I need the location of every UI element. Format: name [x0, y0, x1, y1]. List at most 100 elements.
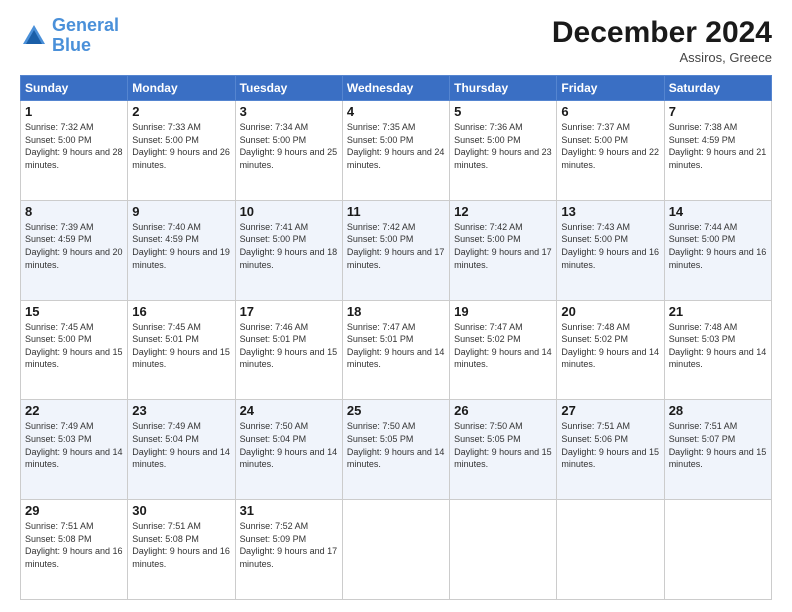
cell-details: Sunrise: 7:51 AM Sunset: 5:08 PM Dayligh…: [25, 520, 123, 570]
calendar-cell: 12Sunrise: 7:42 AM Sunset: 5:00 PM Dayli…: [450, 200, 557, 300]
calendar-cell: [557, 500, 664, 600]
calendar-cell: 9 Sunrise: 7:40 AM Sunset: 4:59 PM Daylig…: [128, 200, 235, 300]
day-number: 2: [132, 104, 230, 119]
calendar-cell: 1Sunrise: 7:32 AM Sunset: 5:00 PM Daylig…: [21, 101, 128, 201]
calendar-cell: 20Sunrise: 7:48 AM Sunset: 5:02 PM Dayli…: [557, 300, 664, 400]
calendar-cell: 7 Sunrise: 7:38 AM Sunset: 4:59 PM Daylig…: [664, 101, 771, 201]
day-number: 13: [561, 204, 659, 219]
day-number: 7: [669, 104, 767, 119]
day-number: 5: [454, 104, 552, 119]
calendar-cell: 2 Sunrise: 7:33 AM Sunset: 5:00 PM Daylig…: [128, 101, 235, 201]
calendar-cell: 27Sunrise: 7:51 AM Sunset: 5:06 PM Dayli…: [557, 400, 664, 500]
calendar-cell: 11Sunrise: 7:42 AM Sunset: 5:00 PM Dayli…: [342, 200, 449, 300]
calendar-cell: 25 Sunrise: 7:50 AM Sunset: 5:05 PM Dayli…: [342, 400, 449, 500]
week-row-3: 15 Sunrise: 7:45 AM Sunset: 5:00 PM Dayli…: [21, 300, 772, 400]
day-number: 16: [132, 304, 230, 319]
days-of-week-row: SundayMondayTuesdayWednesdayThursdayFrid…: [21, 76, 772, 101]
day-number: 30: [132, 503, 230, 518]
calendar-cell: 3 Sunrise: 7:34 AM Sunset: 5:00 PM Daylig…: [235, 101, 342, 201]
cell-details: Sunrise: 7:40 AM Sunset: 4:59 PM Dayligh…: [132, 221, 230, 271]
calendar-cell: 6Sunrise: 7:37 AM Sunset: 5:00 PM Daylig…: [557, 101, 664, 201]
cell-details: Sunrise: 7:48 AM Sunset: 5:03 PM Dayligh…: [669, 321, 767, 371]
calendar-cell: 21 Sunrise: 7:48 AM Sunset: 5:03 PM Dayli…: [664, 300, 771, 400]
cell-details: Sunrise: 7:33 AM Sunset: 5:00 PM Dayligh…: [132, 121, 230, 171]
cell-details: Sunrise: 7:37 AM Sunset: 5:00 PM Dayligh…: [561, 121, 659, 171]
day-number: 14: [669, 204, 767, 219]
day-number: 8: [25, 204, 123, 219]
month-title: December 2024: [552, 16, 772, 50]
calendar-cell: 30 Sunrise: 7:51 AM Sunset: 5:08 PM Dayli…: [128, 500, 235, 600]
day-number: 21: [669, 304, 767, 319]
day-header-thursday: Thursday: [450, 76, 557, 101]
cell-details: Sunrise: 7:47 AM Sunset: 5:01 PM Dayligh…: [347, 321, 445, 371]
calendar-cell: [342, 500, 449, 600]
day-number: 11: [347, 204, 445, 219]
cell-details: Sunrise: 7:36 AM Sunset: 5:00 PM Dayligh…: [454, 121, 552, 171]
logo-general: General: [52, 15, 119, 35]
title-block: December 2024 Assiros, Greece: [552, 16, 772, 65]
cell-details: Sunrise: 7:32 AM Sunset: 5:00 PM Dayligh…: [25, 121, 123, 171]
day-number: 31: [240, 503, 338, 518]
logo: General Blue: [20, 16, 119, 56]
calendar-cell: 22Sunrise: 7:49 AM Sunset: 5:03 PM Dayli…: [21, 400, 128, 500]
cell-details: Sunrise: 7:45 AM Sunset: 5:01 PM Dayligh…: [132, 321, 230, 371]
calendar-cell: 26 Sunrise: 7:50 AM Sunset: 5:05 PM Dayli…: [450, 400, 557, 500]
calendar-cell: 24Sunrise: 7:50 AM Sunset: 5:04 PM Dayli…: [235, 400, 342, 500]
calendar-cell: 8 Sunrise: 7:39 AM Sunset: 4:59 PM Daylig…: [21, 200, 128, 300]
cell-details: Sunrise: 7:38 AM Sunset: 4:59 PM Dayligh…: [669, 121, 767, 171]
subtitle: Assiros, Greece: [552, 50, 772, 65]
calendar-cell: [450, 500, 557, 600]
cell-details: Sunrise: 7:35 AM Sunset: 5:00 PM Dayligh…: [347, 121, 445, 171]
calendar-table: SundayMondayTuesdayWednesdayThursdayFrid…: [20, 75, 772, 600]
cell-details: Sunrise: 7:50 AM Sunset: 5:05 PM Dayligh…: [347, 420, 445, 470]
day-header-saturday: Saturday: [664, 76, 771, 101]
day-number: 25: [347, 403, 445, 418]
day-number: 3: [240, 104, 338, 119]
cell-details: Sunrise: 7:45 AM Sunset: 5:00 PM Dayligh…: [25, 321, 123, 371]
calendar-cell: 19 Sunrise: 7:47 AM Sunset: 5:02 PM Dayli…: [450, 300, 557, 400]
day-number: 17: [240, 304, 338, 319]
cell-details: Sunrise: 7:34 AM Sunset: 5:00 PM Dayligh…: [240, 121, 338, 171]
week-row-5: 29 Sunrise: 7:51 AM Sunset: 5:08 PM Dayli…: [21, 500, 772, 600]
day-header-tuesday: Tuesday: [235, 76, 342, 101]
cell-details: Sunrise: 7:41 AM Sunset: 5:00 PM Dayligh…: [240, 221, 338, 271]
calendar-cell: 23Sunrise: 7:49 AM Sunset: 5:04 PM Dayli…: [128, 400, 235, 500]
logo-text: General Blue: [52, 16, 119, 56]
day-number: 26: [454, 403, 552, 418]
day-number: 28: [669, 403, 767, 418]
day-number: 15: [25, 304, 123, 319]
cell-details: Sunrise: 7:50 AM Sunset: 5:05 PM Dayligh…: [454, 420, 552, 470]
day-number: 27: [561, 403, 659, 418]
cell-details: Sunrise: 7:51 AM Sunset: 5:08 PM Dayligh…: [132, 520, 230, 570]
calendar-cell: 4Sunrise: 7:35 AM Sunset: 5:00 PM Daylig…: [342, 101, 449, 201]
day-header-sunday: Sunday: [21, 76, 128, 101]
logo-icon: [20, 22, 48, 50]
page: General Blue December 2024 Assiros, Gree…: [0, 0, 792, 612]
cell-details: Sunrise: 7:49 AM Sunset: 5:03 PM Dayligh…: [25, 420, 123, 470]
day-number: 19: [454, 304, 552, 319]
day-number: 12: [454, 204, 552, 219]
calendar-cell: 5 Sunrise: 7:36 AM Sunset: 5:00 PM Daylig…: [450, 101, 557, 201]
calendar-cell: [664, 500, 771, 600]
calendar-cell: 31 Sunrise: 7:52 AM Sunset: 5:09 PM Dayli…: [235, 500, 342, 600]
calendar-cell: 17 Sunrise: 7:46 AM Sunset: 5:01 PM Dayli…: [235, 300, 342, 400]
cell-details: Sunrise: 7:39 AM Sunset: 4:59 PM Dayligh…: [25, 221, 123, 271]
day-number: 29: [25, 503, 123, 518]
day-header-wednesday: Wednesday: [342, 76, 449, 101]
cell-details: Sunrise: 7:47 AM Sunset: 5:02 PM Dayligh…: [454, 321, 552, 371]
day-number: 9: [132, 204, 230, 219]
cell-details: Sunrise: 7:49 AM Sunset: 5:04 PM Dayligh…: [132, 420, 230, 470]
cell-details: Sunrise: 7:44 AM Sunset: 5:00 PM Dayligh…: [669, 221, 767, 271]
calendar-cell: 15 Sunrise: 7:45 AM Sunset: 5:00 PM Dayli…: [21, 300, 128, 400]
header: General Blue December 2024 Assiros, Gree…: [20, 16, 772, 65]
calendar-cell: 29 Sunrise: 7:51 AM Sunset: 5:08 PM Dayli…: [21, 500, 128, 600]
day-header-monday: Monday: [128, 76, 235, 101]
week-row-1: 1Sunrise: 7:32 AM Sunset: 5:00 PM Daylig…: [21, 101, 772, 201]
cell-details: Sunrise: 7:46 AM Sunset: 5:01 PM Dayligh…: [240, 321, 338, 371]
calendar-body: 1Sunrise: 7:32 AM Sunset: 5:00 PM Daylig…: [21, 101, 772, 600]
cell-details: Sunrise: 7:52 AM Sunset: 5:09 PM Dayligh…: [240, 520, 338, 570]
calendar-cell: 14 Sunrise: 7:44 AM Sunset: 5:00 PM Dayli…: [664, 200, 771, 300]
logo-blue: Blue: [52, 35, 91, 55]
day-number: 20: [561, 304, 659, 319]
cell-details: Sunrise: 7:43 AM Sunset: 5:00 PM Dayligh…: [561, 221, 659, 271]
